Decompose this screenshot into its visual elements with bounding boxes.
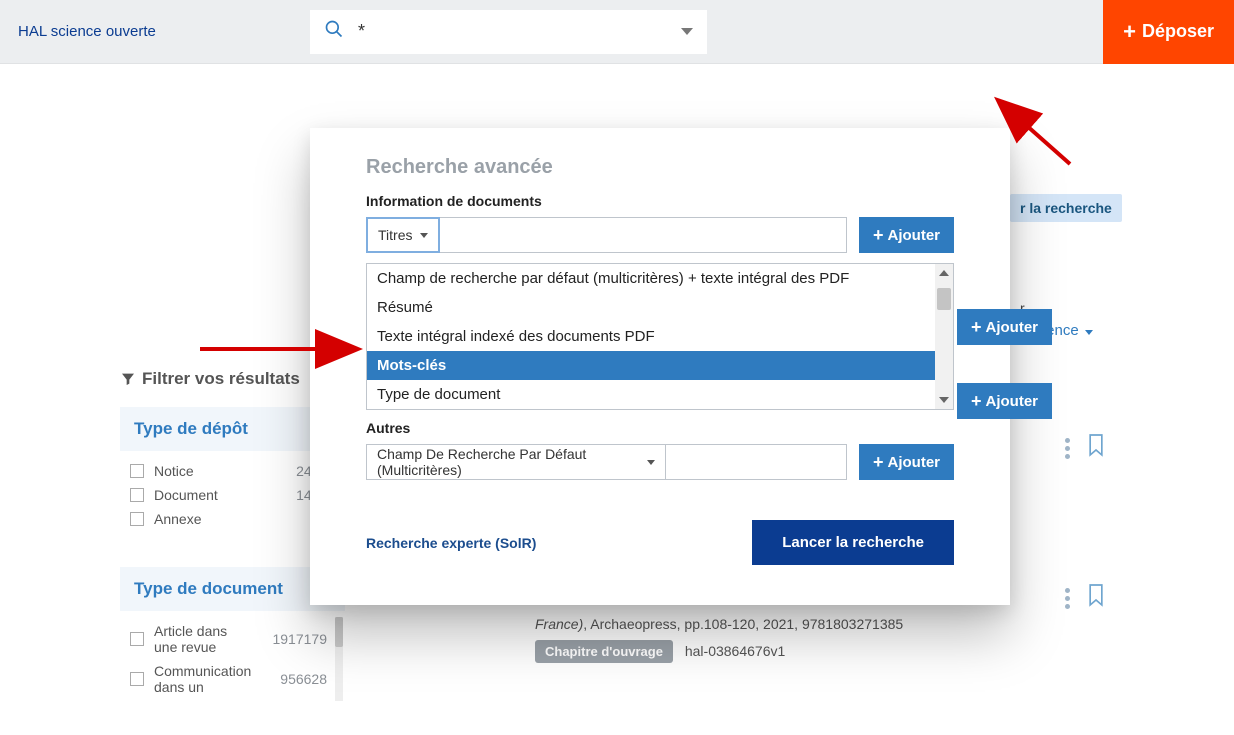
result-actions	[1065, 432, 1106, 465]
dropdown-option[interactable]: Texte intégral indexé des documents PDF	[367, 322, 953, 351]
checkbox[interactable]	[130, 464, 144, 478]
facet-count: 956628	[280, 671, 327, 687]
deposit-button[interactable]: + Déposer	[1103, 0, 1234, 64]
add-label: Ajouter	[986, 319, 1039, 336]
facet-option[interactable]: Document14705	[130, 483, 335, 507]
plus-icon: +	[873, 225, 884, 246]
facet-label: Document	[154, 487, 218, 503]
panel-title: Recherche avancée	[366, 156, 954, 179]
dropdown-option-selected[interactable]: Mots-clés	[367, 351, 953, 380]
dropdown-option[interactable]: Type de document	[367, 380, 953, 409]
section-others: Autres	[366, 420, 954, 436]
facet-option[interactable]: Communication dans un 956628	[130, 659, 327, 699]
deposit-label: Déposer	[1142, 21, 1214, 42]
search-bar	[310, 10, 707, 54]
dropdown-option[interactable]: Champ de recherche par défaut (multicrit…	[367, 264, 953, 293]
bookmark-icon[interactable]	[1086, 432, 1106, 465]
scrollbar-thumb[interactable]	[335, 617, 343, 647]
chevron-down-icon	[647, 460, 655, 465]
more-menu-icon[interactable]	[1065, 588, 1070, 609]
facet-label: Notice	[154, 463, 194, 479]
scroll-down-icon[interactable]	[935, 391, 953, 409]
bookmark-icon[interactable]	[1086, 582, 1106, 615]
add-criteria-button[interactable]: +Ajouter	[957, 383, 1052, 419]
section-doc-info: Information de documents	[366, 193, 954, 209]
criteria-input[interactable]	[440, 217, 847, 253]
doctype-chip: Chapitre d'ouvrage	[535, 640, 673, 663]
checkbox[interactable]	[130, 632, 144, 646]
dropdown-list: Champ de recherche par défaut (multicrit…	[366, 263, 954, 410]
criteria-input[interactable]	[666, 444, 847, 480]
app-header: HAL science ouverte + Déposer	[0, 0, 1234, 64]
add-criteria-button[interactable]: +Ajouter	[957, 309, 1052, 345]
facet-label: Annexe	[154, 511, 201, 527]
add-label: Ajouter	[986, 393, 1039, 410]
share-search-chip[interactable]: r la recherche	[1010, 194, 1122, 222]
criteria-row: Champ De Recherche Par Défaut (Multicrit…	[366, 444, 954, 480]
criteria-row: Titres +Ajouter	[366, 217, 954, 253]
launch-search-button[interactable]: Lancer la recherche	[752, 520, 954, 565]
result-actions	[1065, 582, 1106, 615]
checkbox[interactable]	[130, 512, 144, 526]
combo-label: Champ De Recherche Par Défaut (Multicrit…	[377, 446, 639, 478]
checkbox[interactable]	[130, 672, 144, 686]
expert-search-link[interactable]: Recherche experte (SolR)	[366, 535, 536, 551]
add-label: Ajouter	[888, 454, 941, 471]
advanced-search-panel: Recherche avancée Information de documen…	[310, 128, 1010, 605]
facet-option[interactable]: Annexe252	[130, 507, 335, 531]
chevron-down-icon	[681, 28, 693, 35]
add-label: Ajouter	[888, 227, 941, 244]
search-input[interactable]	[358, 21, 667, 42]
site-logo[interactable]: HAL science ouverte	[0, 23, 310, 40]
filter-icon	[120, 371, 136, 387]
plus-icon: +	[971, 317, 982, 338]
facet-option[interactable]: Notice24570	[130, 459, 335, 483]
scroll-up-icon[interactable]	[935, 264, 953, 282]
result-meta: France), Archaeopress, pp.108-120, 2021,…	[535, 616, 903, 663]
scrollbar[interactable]	[335, 617, 343, 701]
chevron-down-icon	[420, 233, 428, 238]
combo-label: Titres	[378, 227, 412, 243]
plus-icon: +	[1123, 19, 1136, 45]
add-criteria-button[interactable]: +Ajouter	[859, 217, 954, 253]
field-select-default[interactable]: Champ De Recherche Par Défaut (Multicrit…	[366, 444, 666, 480]
advanced-search-toggle[interactable]	[667, 28, 707, 35]
add-criteria-button[interactable]: +Ajouter	[859, 444, 954, 480]
facet-option[interactable]: Article dans une revue1917179	[130, 619, 327, 659]
field-dropdown-open: Champ de recherche par défaut (multicrit…	[366, 263, 954, 410]
more-menu-icon[interactable]	[1065, 438, 1070, 459]
plus-icon: +	[971, 391, 982, 412]
dropdown-scrollbar[interactable]	[935, 264, 953, 409]
filter-heading-text: Filtrer vos résultats	[142, 369, 300, 389]
search-icon	[310, 19, 358, 44]
dropdown-option[interactable]: Résumé	[367, 293, 953, 322]
plus-icon: +	[873, 452, 884, 473]
result-source: France)	[535, 616, 583, 632]
result-publisher: Archaeopress, pp.108-120, 2021, 97818032…	[590, 616, 903, 632]
checkbox[interactable]	[130, 488, 144, 502]
hal-id[interactable]: hal-03864676v1	[685, 643, 785, 659]
facet-count: 1917179	[272, 631, 327, 647]
facet-label: Communication dans un	[154, 663, 264, 695]
field-select-titres[interactable]: Titres	[366, 217, 440, 253]
scrollbar-thumb[interactable]	[937, 288, 951, 310]
